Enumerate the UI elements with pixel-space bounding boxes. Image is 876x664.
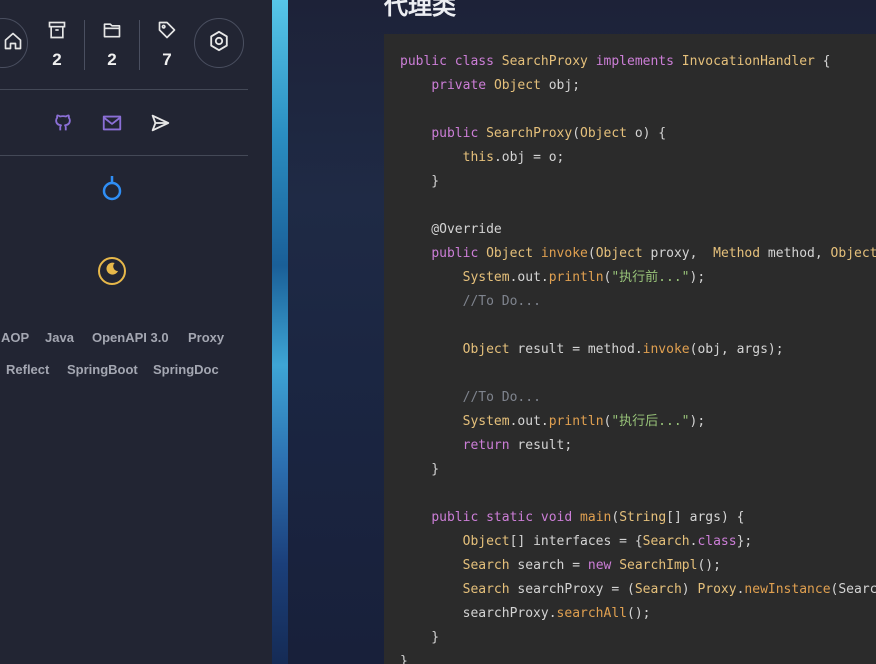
settings-button[interactable] [194,18,244,68]
mail-icon[interactable] [99,110,125,136]
tags-stat[interactable]: 7 [142,14,192,74]
code-line: } [400,174,440,189]
divider [139,20,140,70]
code-line: private Object obj; [431,78,581,93]
sidebar: 2 2 7 AOP Java OpenAPI 3.0 Proxy Reflect… [0,0,272,664]
categories-count: 2 [107,50,117,69]
code-line: } [400,462,440,477]
tags-count: 7 [162,50,172,69]
section-heading: 代理类 [384,0,456,20]
code-line: public static void main(String[] args) { [431,510,745,525]
tag-item[interactable]: SpringBoot [67,362,138,377]
tag-item[interactable]: Proxy [188,330,224,345]
code-line: public class SearchProxy implements Invo… [400,54,831,69]
code-line: System.out.println("执行前..."); [462,270,706,285]
code-line: searchProxy.searchAll(); [400,606,651,621]
code-line: } [400,630,440,645]
github-icon[interactable] [50,110,76,136]
home-icon [3,31,23,55]
tag-item[interactable]: SpringDoc [153,362,219,377]
send-icon[interactable] [147,110,173,136]
background-image-strip [272,0,288,664]
code-line: return result; [462,438,573,453]
social-links [0,106,248,138]
code-line: public SearchProxy(Object o) { [431,126,667,141]
tag-item[interactable]: Reflect [6,362,49,377]
code-line: //To Do... [462,294,541,309]
tag-item[interactable]: Java [45,330,74,345]
power-toggle-icon[interactable] [100,174,124,206]
code-line: Search search = new SearchImpl(); [462,558,721,573]
code-line: this.obj = o; [462,150,565,165]
archives-count: 2 [52,50,62,69]
dark-mode-toggle[interactable] [98,257,126,285]
archives-stat[interactable]: 2 [32,14,82,74]
archive-icon [32,14,82,40]
separator-line [0,155,248,156]
code-line: } [400,654,408,664]
settings-icon [208,30,230,56]
code-line: @Override [400,222,502,237]
categories-stat[interactable]: 2 [87,14,137,74]
code-listing: public class SearchProxy implements Invo… [400,50,876,664]
code-line: public Object invoke(Object proxy, Metho… [431,246,876,261]
site-stats: 2 2 7 [0,14,248,76]
code-line: //To Do... [462,390,541,405]
tag-icon [142,14,192,40]
code-line: Object[] interfaces = {Search.class}; [462,534,753,549]
folder-icon [87,14,137,40]
code-line: System.out.println("执行后..."); [462,414,706,429]
code-line: Search searchProxy = (Search) Proxy.newI… [462,582,876,597]
tag-item[interactable]: AOP [1,330,29,345]
code-block: public class SearchProxy implements Invo… [384,34,876,664]
separator-line [0,89,248,90]
divider [84,20,85,70]
moon-icon [104,261,120,281]
code-line: Object result = method.invoke(obj, args)… [462,342,784,357]
article-content: 代理类 public class SearchProxy implements … [288,0,876,664]
home-button[interactable] [0,18,28,68]
tag-item[interactable]: OpenAPI 3.0 [92,330,169,345]
